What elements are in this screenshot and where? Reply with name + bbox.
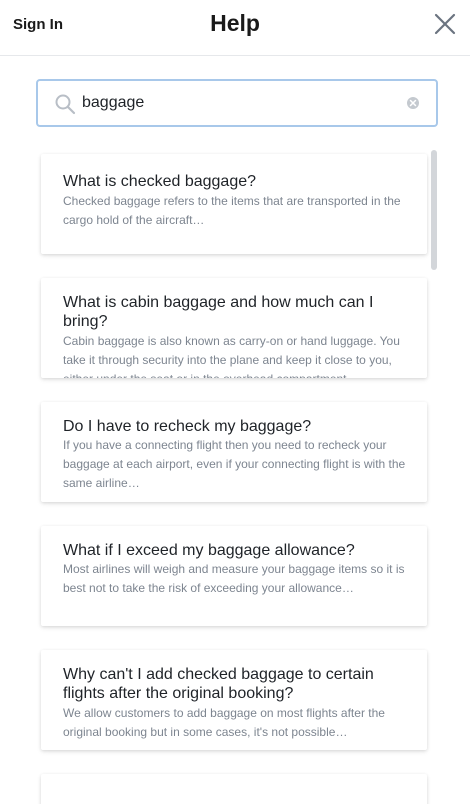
page-title: Help — [210, 10, 260, 36]
faq-card[interactable]: What if I exceed my baggage allowance? M… — [41, 526, 427, 626]
faq-answer: Cabin baggage is also known as carry-on … — [63, 334, 400, 378]
scrollbar-thumb[interactable] — [431, 150, 437, 270]
clear-icon[interactable] — [406, 96, 420, 110]
faq-question: Do I have to recheck my baggage? — [63, 418, 312, 435]
faq-answer: Most airlines will weigh and measure you… — [63, 562, 405, 595]
header: Sign In Help — [0, 0, 470, 56]
faq-card[interactable]: What is cabin baggage and how much can I… — [41, 278, 427, 378]
close-icon[interactable] — [431, 10, 459, 38]
faq-card[interactable]: What is checked baggage? Checked baggage… — [41, 154, 427, 254]
faq-answer: If you have a connecting flight then you… — [63, 438, 406, 490]
faq-answer: We allow customers to add baggage on mos… — [63, 706, 385, 739]
faq-card[interactable]: Do I have to recheck my baggage? If you … — [41, 402, 427, 502]
faq-card[interactable] — [41, 774, 427, 804]
faq-question: What if I exceed my baggage allowance? — [63, 542, 355, 559]
faq-question: Why can't I add checked baggage to certa… — [63, 666, 374, 702]
search-icon — [54, 93, 76, 115]
faq-question: What is checked baggage? — [63, 173, 257, 190]
faq-question: What is cabin baggage and how much can I… — [63, 294, 374, 330]
search-input[interactable] — [82, 90, 392, 116]
results-list[interactable]: What is checked baggage? Checked baggage… — [0, 150, 470, 804]
faq-card[interactable]: Why can't I add checked baggage to certa… — [41, 650, 427, 750]
faq-answer: Checked baggage refers to the items that… — [63, 194, 401, 227]
search-box — [36, 79, 438, 127]
